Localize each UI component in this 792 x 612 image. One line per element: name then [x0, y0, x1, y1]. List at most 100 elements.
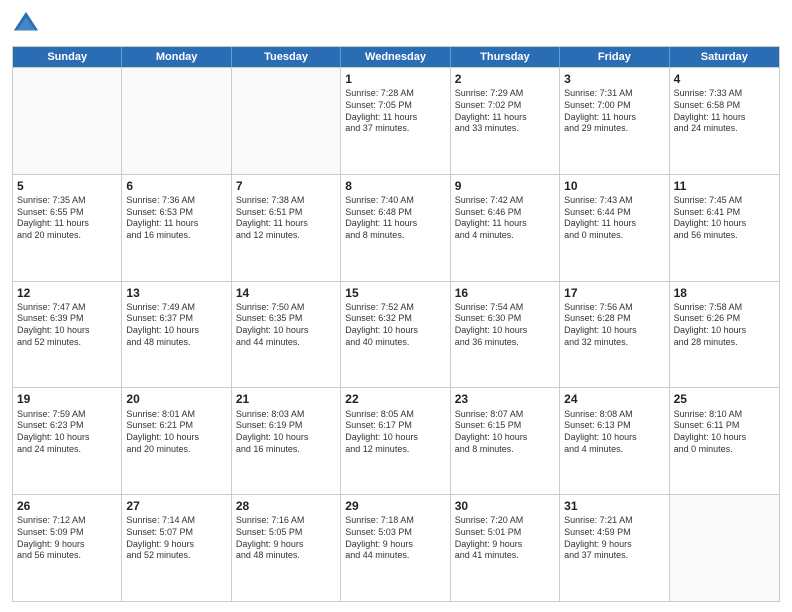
day-number: 20 — [126, 391, 226, 407]
header-day-wednesday: Wednesday — [341, 47, 450, 67]
day-number: 29 — [345, 498, 445, 514]
day-number: 1 — [345, 71, 445, 87]
day-cell-17: 17Sunrise: 7:56 AMSunset: 6:28 PMDayligh… — [560, 282, 669, 388]
week-row-1: 1Sunrise: 7:28 AMSunset: 7:05 PMDaylight… — [13, 67, 779, 174]
day-info: Sunrise: 7:49 AMSunset: 6:37 PMDaylight:… — [126, 302, 226, 349]
day-info: Sunrise: 8:03 AMSunset: 6:19 PMDaylight:… — [236, 409, 336, 456]
day-cell-19: 19 Sunrise: 7:59 AMSunset: 6:23 PMDayligh… — [13, 388, 122, 494]
day-cell-14: 14Sunrise: 7:50 AMSunset: 6:35 PMDayligh… — [232, 282, 341, 388]
week-row-5: 26Sunrise: 7:12 AMSunset: 5:09 PMDayligh… — [13, 494, 779, 601]
day-info: Sunrise: 7:35 AMSunset: 6:55 PMDaylight:… — [17, 195, 117, 242]
day-cell-16: 16Sunrise: 7:54 AMSunset: 6:30 PMDayligh… — [451, 282, 560, 388]
day-info: Sunrise: 8:10 AMSunset: 6:11 PMDaylight:… — [674, 409, 775, 456]
day-info: Sunrise: 7:18 AMSunset: 5:03 PMDaylight:… — [345, 515, 445, 562]
day-info: Sunrise: 8:05 AMSunset: 6:17 PMDaylight:… — [345, 409, 445, 456]
header-day-saturday: Saturday — [670, 47, 779, 67]
day-info: Sunrise: 7:58 AMSunset: 6:26 PMDaylight:… — [674, 302, 775, 349]
day-number: 2 — [455, 71, 555, 87]
day-cell-15: 15Sunrise: 7:52 AMSunset: 6:32 PMDayligh… — [341, 282, 450, 388]
day-cell-25: 25 Sunrise: 8:10 AMSunset: 6:11 PMDayligh… — [670, 388, 779, 494]
header-day-friday: Friday — [560, 47, 669, 67]
calendar: SundayMondayTuesdayWednesdayThursdayFrid… — [12, 46, 780, 602]
day-info: Sunrise: 7:21 AMSunset: 4:59 PMDaylight:… — [564, 515, 664, 562]
day-cell-30: 30Sunrise: 7:20 AMSunset: 5:01 PMDayligh… — [451, 495, 560, 601]
day-info: Sunrise: 7:20 AMSunset: 5:01 PMDaylight:… — [455, 515, 555, 562]
day-cell-11: 11Sunrise: 7:45 AMSunset: 6:41 PMDayligh… — [670, 175, 779, 281]
day-info: Sunrise: 7:56 AMSunset: 6:28 PMDaylight:… — [564, 302, 664, 349]
day-number: 28 — [236, 498, 336, 514]
day-cell-empty-1 — [122, 68, 231, 174]
week-row-4: 19 Sunrise: 7:59 AMSunset: 6:23 PMDayligh… — [13, 387, 779, 494]
day-info: Sunrise: 7:28 AMSunset: 7:05 PMDaylight:… — [345, 88, 445, 135]
header — [12, 10, 780, 38]
day-info: Sunrise: 7:16 AMSunset: 5:05 PMDaylight:… — [236, 515, 336, 562]
day-number: 22 — [345, 391, 445, 407]
day-cell-28: 28Sunrise: 7:16 AMSunset: 5:05 PMDayligh… — [232, 495, 341, 601]
day-cell-31: 31Sunrise: 7:21 AMSunset: 4:59 PMDayligh… — [560, 495, 669, 601]
day-cell-22: 22 Sunrise: 8:05 AMSunset: 6:17 PMDayligh… — [341, 388, 450, 494]
day-cell-24: 24 Sunrise: 8:08 AMSunset: 6:13 PMDayligh… — [560, 388, 669, 494]
day-info: Sunrise: 8:08 AMSunset: 6:13 PMDaylight:… — [564, 409, 664, 456]
day-cell-26: 26Sunrise: 7:12 AMSunset: 5:09 PMDayligh… — [13, 495, 122, 601]
day-number: 15 — [345, 285, 445, 301]
day-cell-20: 20 Sunrise: 8:01 AMSunset: 6:21 PMDayligh… — [122, 388, 231, 494]
day-info: Sunrise: 7:59 AMSunset: 6:23 PMDaylight:… — [17, 409, 117, 456]
day-number: 6 — [126, 178, 226, 194]
day-cell-21: 21 Sunrise: 8:03 AMSunset: 6:19 PMDayligh… — [232, 388, 341, 494]
day-cell-13: 13Sunrise: 7:49 AMSunset: 6:37 PMDayligh… — [122, 282, 231, 388]
day-number: 27 — [126, 498, 226, 514]
day-cell-23: 23 Sunrise: 8:07 AMSunset: 6:15 PMDayligh… — [451, 388, 560, 494]
day-cell-1: 1Sunrise: 7:28 AMSunset: 7:05 PMDaylight… — [341, 68, 450, 174]
header-day-monday: Monday — [122, 47, 231, 67]
day-info: Sunrise: 8:01 AMSunset: 6:21 PMDaylight:… — [126, 409, 226, 456]
day-number: 23 — [455, 391, 555, 407]
day-info: Sunrise: 7:52 AMSunset: 6:32 PMDaylight:… — [345, 302, 445, 349]
day-info: Sunrise: 7:36 AMSunset: 6:53 PMDaylight:… — [126, 195, 226, 242]
day-info: Sunrise: 7:45 AMSunset: 6:41 PMDaylight:… — [674, 195, 775, 242]
day-info: Sunrise: 7:43 AMSunset: 6:44 PMDaylight:… — [564, 195, 664, 242]
day-cell-18: 18Sunrise: 7:58 AMSunset: 6:26 PMDayligh… — [670, 282, 779, 388]
day-number: 5 — [17, 178, 117, 194]
day-cell-empty-0 — [13, 68, 122, 174]
day-number: 13 — [126, 285, 226, 301]
day-cell-9: 9Sunrise: 7:42 AMSunset: 6:46 PMDaylight… — [451, 175, 560, 281]
day-number: 26 — [17, 498, 117, 514]
calendar-header: SundayMondayTuesdayWednesdayThursdayFrid… — [13, 47, 779, 67]
day-cell-29: 29Sunrise: 7:18 AMSunset: 5:03 PMDayligh… — [341, 495, 450, 601]
day-number: 19 — [17, 391, 117, 407]
day-number: 21 — [236, 391, 336, 407]
day-cell-27: 27Sunrise: 7:14 AMSunset: 5:07 PMDayligh… — [122, 495, 231, 601]
day-info: Sunrise: 7:31 AMSunset: 7:00 PMDaylight:… — [564, 88, 664, 135]
day-number: 30 — [455, 498, 555, 514]
day-number: 7 — [236, 178, 336, 194]
day-info: Sunrise: 7:42 AMSunset: 6:46 PMDaylight:… — [455, 195, 555, 242]
day-cell-empty-2 — [232, 68, 341, 174]
day-number: 11 — [674, 178, 775, 194]
page: SundayMondayTuesdayWednesdayThursdayFrid… — [0, 0, 792, 612]
header-day-tuesday: Tuesday — [232, 47, 341, 67]
week-row-3: 12Sunrise: 7:47 AMSunset: 6:39 PMDayligh… — [13, 281, 779, 388]
logo — [12, 10, 44, 38]
day-number: 8 — [345, 178, 445, 194]
day-info: Sunrise: 7:12 AMSunset: 5:09 PMDaylight:… — [17, 515, 117, 562]
day-number: 14 — [236, 285, 336, 301]
day-cell-3: 3Sunrise: 7:31 AMSunset: 7:00 PMDaylight… — [560, 68, 669, 174]
day-number: 16 — [455, 285, 555, 301]
day-number: 12 — [17, 285, 117, 301]
day-number: 17 — [564, 285, 664, 301]
day-cell-6: 6Sunrise: 7:36 AMSunset: 6:53 PMDaylight… — [122, 175, 231, 281]
day-number: 10 — [564, 178, 664, 194]
day-number: 9 — [455, 178, 555, 194]
day-cell-8: 8Sunrise: 7:40 AMSunset: 6:48 PMDaylight… — [341, 175, 450, 281]
day-info: Sunrise: 7:47 AMSunset: 6:39 PMDaylight:… — [17, 302, 117, 349]
day-info: Sunrise: 7:40 AMSunset: 6:48 PMDaylight:… — [345, 195, 445, 242]
day-cell-7: 7Sunrise: 7:38 AMSunset: 6:51 PMDaylight… — [232, 175, 341, 281]
day-info: Sunrise: 7:50 AMSunset: 6:35 PMDaylight:… — [236, 302, 336, 349]
header-day-sunday: Sunday — [13, 47, 122, 67]
day-info: Sunrise: 8:07 AMSunset: 6:15 PMDaylight:… — [455, 409, 555, 456]
day-cell-12: 12Sunrise: 7:47 AMSunset: 6:39 PMDayligh… — [13, 282, 122, 388]
day-number: 24 — [564, 391, 664, 407]
day-cell-4: 4Sunrise: 7:33 AMSunset: 6:58 PMDaylight… — [670, 68, 779, 174]
day-number: 31 — [564, 498, 664, 514]
day-number: 25 — [674, 391, 775, 407]
